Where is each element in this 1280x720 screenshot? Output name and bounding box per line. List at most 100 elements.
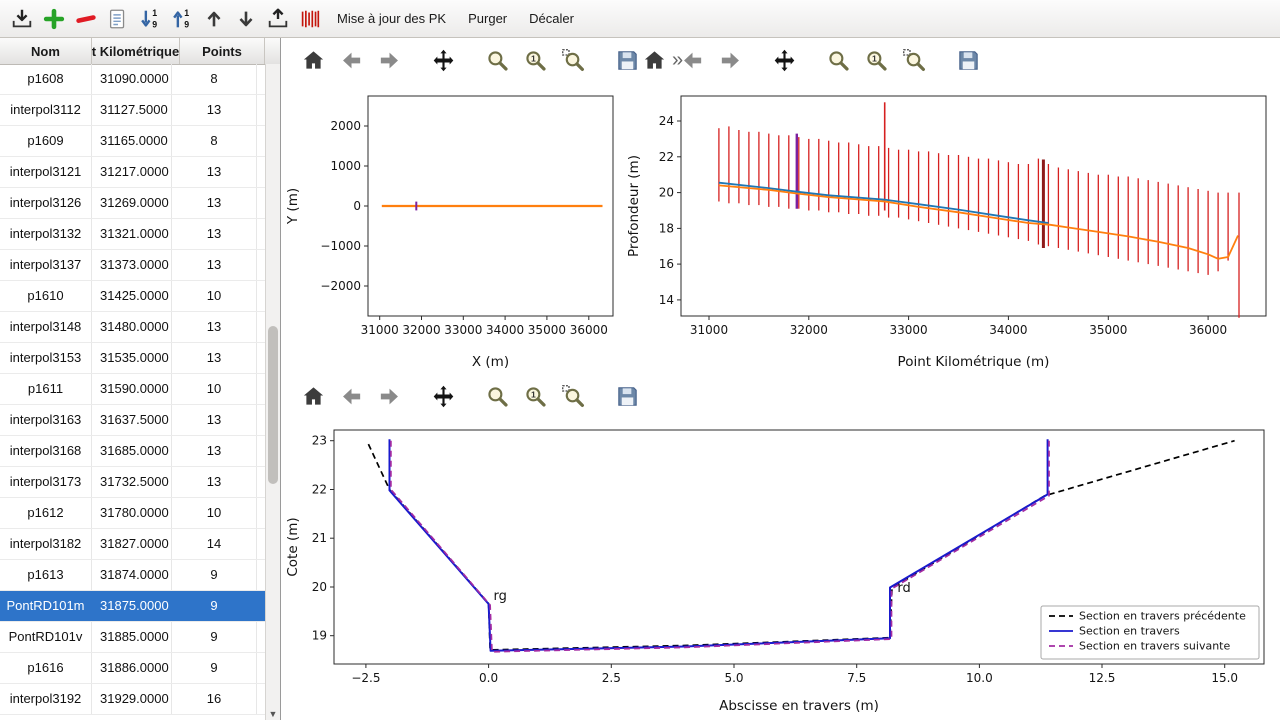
nav-zoom-one-button[interactable]: 1	[520, 381, 550, 411]
zoom-one-icon: 1	[523, 48, 548, 73]
nav-pan-button[interactable]	[428, 45, 458, 75]
nav-zoom-one-button[interactable]: 1	[520, 45, 550, 75]
table-row[interactable]: interpol316831685.000013	[0, 436, 265, 467]
sections-button[interactable]	[296, 5, 324, 33]
column-header-points[interactable]: Points	[180, 38, 265, 64]
svg-text:7.5: 7.5	[847, 671, 866, 685]
nav-pan-button[interactable]	[769, 45, 799, 75]
shift-button[interactable]: Décaler	[520, 6, 583, 31]
move-up-button[interactable]	[200, 5, 228, 33]
cell-nom: interpol3192	[0, 684, 92, 714]
nav-zoom-one-button[interactable]: 1	[861, 45, 891, 75]
nav-zoom-button[interactable]	[482, 381, 512, 411]
section-nav-toolbar: 1	[282, 374, 1280, 418]
sort-ascending-button[interactable]: 19	[168, 5, 196, 33]
nav-zoom-region-button[interactable]	[558, 381, 588, 411]
forward-icon	[718, 48, 743, 73]
table-row[interactable]: interpol313231321.000013	[0, 219, 265, 250]
home-icon	[642, 48, 667, 73]
svg-text:22: 22	[659, 150, 674, 164]
zoom-region-icon	[902, 48, 927, 73]
export-icon	[266, 7, 290, 31]
nav-back-button[interactable]	[677, 45, 707, 75]
table-row[interactable]: interpol317331732.500013	[0, 467, 265, 498]
table-row[interactable]: interpol316331637.500013	[0, 405, 265, 436]
svg-text:Section en travers précédente: Section en travers précédente	[1079, 610, 1246, 623]
pan-icon	[431, 48, 456, 73]
table-row[interactable]: interpol318231827.000014	[0, 529, 265, 560]
table-row[interactable]: interpol312631269.000013	[0, 188, 265, 219]
nav-save-button[interactable]	[612, 381, 642, 411]
table-row[interactable]: PontRD101v31885.00009	[0, 622, 265, 653]
table-row[interactable]: interpol313731373.000013	[0, 250, 265, 281]
nav-zoom-region-button[interactable]	[558, 45, 588, 75]
nav-save-button[interactable]	[953, 45, 983, 75]
column-header-nom[interactable]: Nom	[0, 38, 92, 64]
nav-zoom-button[interactable]	[482, 45, 512, 75]
table-row[interactable]: p161231780.000010	[0, 498, 265, 529]
zoom-icon	[485, 384, 510, 409]
nav-home-button[interactable]	[639, 45, 669, 75]
remove-button[interactable]	[72, 5, 100, 33]
nav-back-button[interactable]	[336, 45, 366, 75]
table-row[interactable]: p161131590.000010	[0, 374, 265, 405]
table-row[interactable]: interpol312131217.000013	[0, 157, 265, 188]
cross-section-chart[interactable]: −2.50.02.55.07.510.012.515.01920212223rg…	[282, 418, 1280, 718]
move-up-icon	[202, 7, 226, 31]
cell-nom: p1611	[0, 374, 92, 404]
import-button[interactable]	[8, 5, 36, 33]
cell-pk: 31732.5000	[92, 467, 172, 497]
cell-pk: 31827.0000	[92, 529, 172, 559]
plan-view-chart[interactable]: 310003200033000340003500036000−2000−1000…	[282, 82, 623, 374]
nav-forward-button[interactable]	[374, 381, 404, 411]
nav-home-button[interactable]	[298, 381, 328, 411]
table-row[interactable]: interpol314831480.000013	[0, 312, 265, 343]
nav-back-button[interactable]	[336, 381, 366, 411]
cell-points: 13	[172, 157, 257, 187]
table-row-selected[interactable]: PontRD101m31875.00009	[0, 591, 265, 622]
cell-pk: 31373.0000	[92, 250, 172, 280]
profile-view-box: 1 31000320003300034000350003600014161820…	[623, 38, 1280, 374]
cell-nom: p1609	[0, 126, 92, 156]
purge-button[interactable]: Purger	[459, 6, 516, 31]
edit-list-button[interactable]	[104, 5, 132, 33]
cell-nom: interpol3132	[0, 219, 92, 249]
table-row[interactable]: interpol319231929.000016	[0, 684, 265, 715]
nav-forward-button[interactable]	[374, 45, 404, 75]
scrollbar-thumb[interactable]	[268, 326, 278, 483]
table-row[interactable]: p161631886.00009	[0, 653, 265, 684]
svg-text:Point Kilométrique (m): Point Kilométrique (m)	[898, 354, 1050, 370]
nav-zoom-region-button[interactable]	[899, 45, 929, 75]
cell-pk: 31269.0000	[92, 188, 172, 218]
nav-pan-button[interactable]	[428, 381, 458, 411]
export-button[interactable]	[264, 5, 292, 33]
pan-icon	[772, 48, 797, 73]
longitudinal-profile-chart[interactable]: 3100032000330003400035000360001416182022…	[623, 82, 1280, 374]
cell-nom: interpol3153	[0, 343, 92, 373]
svg-text:20: 20	[312, 580, 327, 594]
svg-text:14: 14	[659, 293, 674, 307]
table-row[interactable]: p160931165.00008	[0, 126, 265, 157]
table-row[interactable]: interpol311231127.500013	[0, 95, 265, 126]
update-pk-button[interactable]: Mise à jour des PK	[328, 6, 455, 31]
table-row[interactable]: p160831090.00008	[0, 64, 265, 95]
nav-home-button[interactable]	[298, 45, 328, 75]
column-header-pk[interactable]: t Kilométrique	[92, 38, 180, 64]
nav-zoom-button[interactable]	[823, 45, 853, 75]
cell-points: 9	[172, 560, 257, 590]
scrollbar-down-arrow[interactable]: ▼	[266, 709, 280, 719]
table-row[interactable]: p161031425.000010	[0, 281, 265, 312]
table-row[interactable]: interpol315331535.000013	[0, 343, 265, 374]
cell-points: 10	[172, 374, 257, 404]
svg-text:Abscisse en travers (m): Abscisse en travers (m)	[719, 698, 879, 714]
plots-panel: 1» 310003200033000340003500036000−2000−1…	[282, 38, 1280, 720]
forward-icon	[377, 384, 402, 409]
sort-descending-button[interactable]: 19	[136, 5, 164, 33]
nav-forward-button[interactable]	[715, 45, 745, 75]
table-row[interactable]: p161331874.00009	[0, 560, 265, 591]
table-vertical-scrollbar[interactable]: ▼	[265, 64, 280, 720]
cell-pk: 31885.0000	[92, 622, 172, 652]
cell-points: 10	[172, 498, 257, 528]
add-button[interactable]	[40, 5, 68, 33]
move-down-button[interactable]	[232, 5, 260, 33]
